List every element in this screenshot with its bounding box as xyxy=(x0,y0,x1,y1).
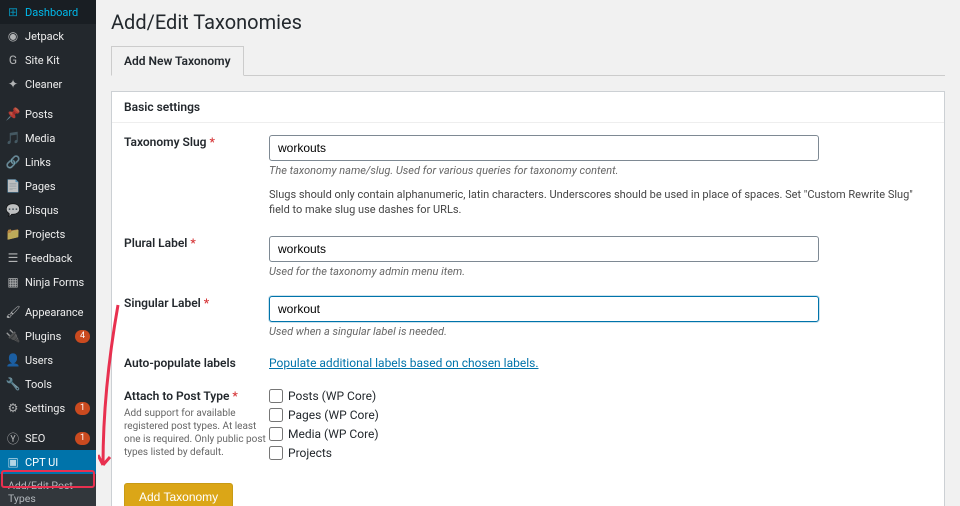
taxonomy-slug-input[interactable] xyxy=(269,135,819,161)
users-icon: 👤 xyxy=(6,353,20,367)
plural-label-desc: Used for the taxonomy admin menu item. xyxy=(269,265,932,278)
sidebar-item-sitekit[interactable]: GSite Kit xyxy=(0,48,96,72)
attach-pages-label: Pages (WP Core) xyxy=(288,408,379,422)
attach-posts-label: Posts (WP Core) xyxy=(288,389,376,403)
attach-projects-checkbox[interactable] xyxy=(269,446,283,460)
sidebar-item-settings[interactable]: ⚙Settings1 xyxy=(0,396,96,420)
autopopulate-link[interactable]: Populate additional labels based on chos… xyxy=(269,356,538,370)
attach-posttype-label: Attach to Post Type * xyxy=(124,389,238,403)
tab-bar: Add New Taxonomy xyxy=(111,46,945,76)
ninjaforms-icon: ▦ xyxy=(6,275,20,289)
links-icon: 🔗 xyxy=(6,155,20,169)
sidebar-item-appearance[interactable]: 🖌Appearance xyxy=(0,300,96,324)
sidebar-item-ninjaforms[interactable]: ▦Ninja Forms xyxy=(0,270,96,294)
tools-icon: 🔧 xyxy=(6,377,20,391)
cptui-icon: ▣ xyxy=(6,455,20,469)
taxonomy-slug-note: Slugs should only contain alphanumeric, … xyxy=(269,187,932,218)
submenu-add-edit-post-types[interactable]: Add/Edit Post Types xyxy=(0,474,96,506)
settings-icon: ⚙ xyxy=(6,401,20,415)
basic-settings-panel: Basic settings Taxonomy Slug * The taxon… xyxy=(111,91,945,506)
media-icon: 🎵 xyxy=(6,131,20,145)
jetpack-icon: ◉ xyxy=(6,29,20,43)
add-taxonomy-button[interactable]: Add Taxonomy xyxy=(124,483,233,506)
sidebar-item-feedback[interactable]: ☰Feedback xyxy=(0,246,96,270)
sidebar-item-cleaner[interactable]: ✦Cleaner xyxy=(0,72,96,96)
plural-label-input[interactable] xyxy=(269,236,819,262)
seo-icon: Ⓨ xyxy=(6,431,20,445)
plugins-icon: 🔌 xyxy=(6,329,20,343)
singular-label-label: Singular Label * xyxy=(124,296,209,310)
singular-label-input[interactable] xyxy=(269,296,819,322)
sidebar-item-disqus[interactable]: 💬Disqus xyxy=(0,198,96,222)
taxonomy-slug-desc: The taxonomy name/slug. Used for various… xyxy=(269,164,932,177)
disqus-icon: 💬 xyxy=(6,203,20,217)
attach-media-checkbox[interactable] xyxy=(269,427,283,441)
sidebar-item-seo[interactable]: ⓎSEO1 xyxy=(0,426,96,450)
cleaner-icon: ✦ xyxy=(6,77,20,91)
sidebar-item-dashboard[interactable]: ⊞Dashboard xyxy=(0,0,96,24)
sidebar-item-plugins[interactable]: 🔌Plugins4 xyxy=(0,324,96,348)
appearance-icon: 🖌 xyxy=(6,305,20,319)
admin-sidebar: ⊞Dashboard ◉Jetpack GSite Kit ✦Cleaner 📌… xyxy=(0,0,96,506)
pages-icon: 📄 xyxy=(6,179,20,193)
sidebar-item-links[interactable]: 🔗Links xyxy=(0,150,96,174)
sidebar-item-cptui[interactable]: ▣CPT UI xyxy=(0,450,96,474)
page-title: Add/Edit Taxonomies xyxy=(111,10,945,34)
main-content: Add/Edit Taxonomies Add New Taxonomy Bas… xyxy=(96,0,960,506)
sidebar-item-projects[interactable]: 📁Projects xyxy=(0,222,96,246)
sidebar-item-media[interactable]: 🎵Media xyxy=(0,126,96,150)
attach-pages-checkbox[interactable] xyxy=(269,408,283,422)
singular-label-desc: Used when a singular label is needed. xyxy=(269,325,932,338)
sidebar-item-tools[interactable]: 🔧Tools xyxy=(0,372,96,396)
sidebar-item-users[interactable]: 👤Users xyxy=(0,348,96,372)
feedback-icon: ☰ xyxy=(6,251,20,265)
projects-icon: 📁 xyxy=(6,227,20,241)
sitekit-icon: G xyxy=(6,53,20,67)
cptui-submenu: Add/Edit Post Types Add/Edit Taxonomies … xyxy=(0,474,96,506)
attach-posts-checkbox[interactable] xyxy=(269,389,283,403)
plugins-badge: 4 xyxy=(75,330,90,343)
dashboard-icon: ⊞ xyxy=(6,5,20,19)
autopopulate-label: Auto-populate labels xyxy=(124,356,236,370)
sidebar-item-jetpack[interactable]: ◉Jetpack xyxy=(0,24,96,48)
panel-heading: Basic settings xyxy=(112,92,944,123)
seo-badge: 1 xyxy=(75,432,90,445)
posts-icon: 📌 xyxy=(6,107,20,121)
settings-badge: 1 xyxy=(75,402,90,415)
sidebar-item-posts[interactable]: 📌Posts xyxy=(0,102,96,126)
attach-posttype-help: Add support for available registered pos… xyxy=(124,407,269,459)
attach-projects-label: Projects xyxy=(288,446,332,460)
sidebar-item-pages[interactable]: 📄Pages xyxy=(0,174,96,198)
attach-media-label: Media (WP Core) xyxy=(288,427,379,441)
tab-add-new-taxonomy[interactable]: Add New Taxonomy xyxy=(111,46,244,76)
plural-label-label: Plural Label * xyxy=(124,236,196,250)
taxonomy-slug-label: Taxonomy Slug * xyxy=(124,135,215,149)
